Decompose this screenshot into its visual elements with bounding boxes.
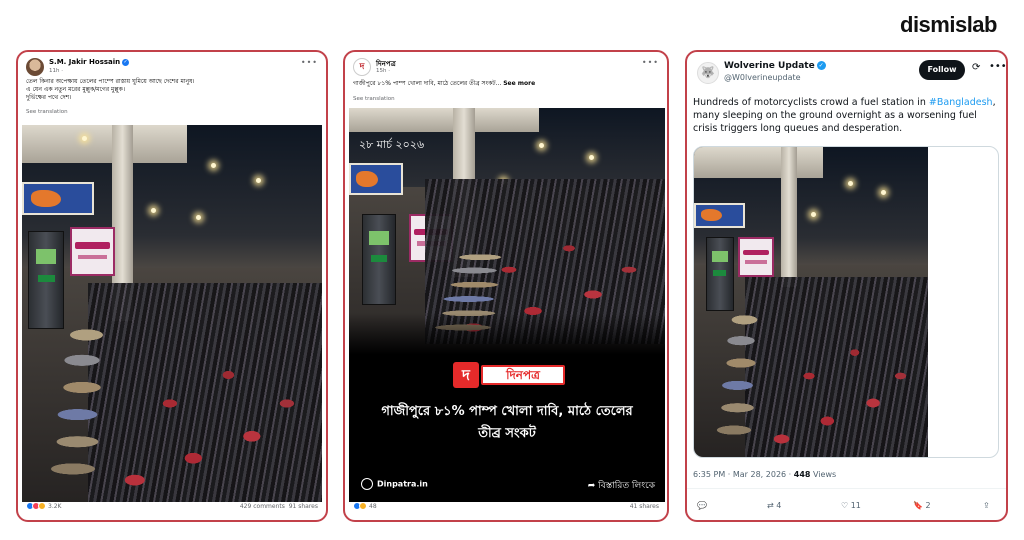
comments-count[interactable]: 429 comments bbox=[240, 503, 285, 510]
bookmark-icon: 🔖 bbox=[913, 501, 923, 510]
page-avatar[interactable]: দ bbox=[353, 58, 371, 76]
tweet-media[interactable] bbox=[693, 146, 999, 458]
motorcycle-crowd bbox=[88, 283, 322, 502]
shares-count[interactable]: 41 shares bbox=[630, 503, 659, 510]
post-photo[interactable]: ২৮ মার্চ ২০২৬ দ দিনপত্র গাজীপুরে ৮১% পাম… bbox=[349, 108, 665, 502]
post-text-line-3: দুর্ভিক্ষের পথে দেশ। bbox=[26, 94, 72, 101]
x-post-card: 🐺 Wolverine Update ✓ @W0lverineupdate Fol… bbox=[685, 50, 1008, 522]
wolverine-avatar[interactable]: 🐺 bbox=[697, 62, 719, 84]
hashtag-link[interactable]: #Bangladesh bbox=[929, 97, 993, 108]
more-options-icon[interactable]: ••• bbox=[989, 61, 1006, 72]
post-footer: 3.2K 429 comments 91 shares bbox=[26, 502, 318, 514]
share-arrow-icon: ➦ bbox=[587, 481, 596, 491]
motorcycle-crowd bbox=[745, 277, 928, 457]
share-icon[interactable]: ⇪ bbox=[983, 501, 990, 510]
verified-icon: ✓ bbox=[122, 58, 130, 66]
fuel-station-scene bbox=[22, 125, 322, 502]
post-time[interactable]: 11h · bbox=[49, 68, 63, 74]
more-options-icon[interactable]: ••• bbox=[642, 58, 659, 67]
post-header: দ দিনপত্র 15h · ••• bbox=[353, 58, 659, 80]
post-photo[interactable] bbox=[22, 125, 322, 502]
reactions[interactable]: 48 bbox=[353, 502, 377, 510]
avatar[interactable] bbox=[26, 58, 44, 76]
post-footer: 48 41 shares bbox=[353, 502, 659, 514]
facebook-post-card-1: S.M. Jakir Hossain ✓ 11h · ••• তেল কিনার … bbox=[16, 50, 328, 522]
people-sleeping bbox=[28, 305, 118, 487]
haha-icon bbox=[38, 502, 46, 510]
more-options-icon[interactable]: ••• bbox=[301, 58, 318, 67]
tweet-meta: 6:35 PM · Mar 28, 2026 · 448 Views bbox=[693, 470, 837, 479]
account-name[interactable]: Wolverine Update ✓ bbox=[724, 61, 826, 71]
globe-icon bbox=[361, 478, 373, 490]
like-button[interactable]: ♡ 11 bbox=[841, 501, 861, 510]
follow-button[interactable]: Follow bbox=[919, 60, 965, 80]
headline-line-2: তীব্র সংকট bbox=[478, 426, 536, 441]
headline-line-1: গাজীপুরে ৮১% পাম্প খোলা দাবি, মাঠে তেলের bbox=[381, 404, 633, 419]
tweet-text: Hundreds of motorcyclists crowd a fuel s… bbox=[693, 97, 996, 134]
see-translation-link[interactable]: See translation bbox=[26, 109, 68, 115]
verified-icon: ✓ bbox=[816, 61, 826, 70]
grok-icon[interactable]: ⟳ bbox=[972, 62, 980, 73]
fuel-station-scene bbox=[694, 147, 928, 457]
see-translation-link[interactable]: See translation bbox=[353, 96, 395, 102]
reactions[interactable]: 3.2K bbox=[26, 502, 61, 510]
retweet-button[interactable]: ⇄ 4 bbox=[767, 501, 781, 510]
author-name[interactable]: S.M. Jakir Hossain ✓ bbox=[49, 58, 130, 66]
bookmark-button[interactable]: 🔖 2 bbox=[913, 501, 931, 510]
people-sleeping bbox=[698, 295, 769, 445]
dismislab-logo: dismislab bbox=[900, 12, 997, 37]
post-header: S.M. Jakir Hossain ✓ 11h · ••• bbox=[26, 58, 318, 80]
post-caption: গাজীপুরে ৮১% পাম্প খোলা দাবি, মাঠে তেলের… bbox=[353, 80, 536, 87]
heart-icon: ♡ bbox=[841, 501, 849, 510]
site-label: Dinpatra.in bbox=[361, 478, 428, 490]
date-overlay: ২৮ মার্চ ২০২৬ bbox=[359, 138, 425, 151]
post-time[interactable]: 15h · bbox=[376, 68, 390, 74]
account-handle[interactable]: @W0lverineupdate bbox=[724, 73, 801, 82]
retweet-icon: ⇄ bbox=[767, 501, 774, 510]
facebook-post-card-2: দ দিনপত্র 15h · ••• গাজীপুরে ৮১% পাম্প খ… bbox=[343, 50, 669, 522]
haha-icon bbox=[359, 502, 367, 510]
shares-count[interactable]: 91 shares bbox=[289, 503, 318, 510]
see-more-link[interactable]: See more bbox=[503, 80, 535, 87]
dinpatra-logo: দ দিনপত্র bbox=[453, 362, 565, 388]
reply-icon[interactable]: 💬 bbox=[697, 501, 707, 510]
details-in-link: ➦ বিস্তারিত লিংকে bbox=[587, 481, 655, 491]
